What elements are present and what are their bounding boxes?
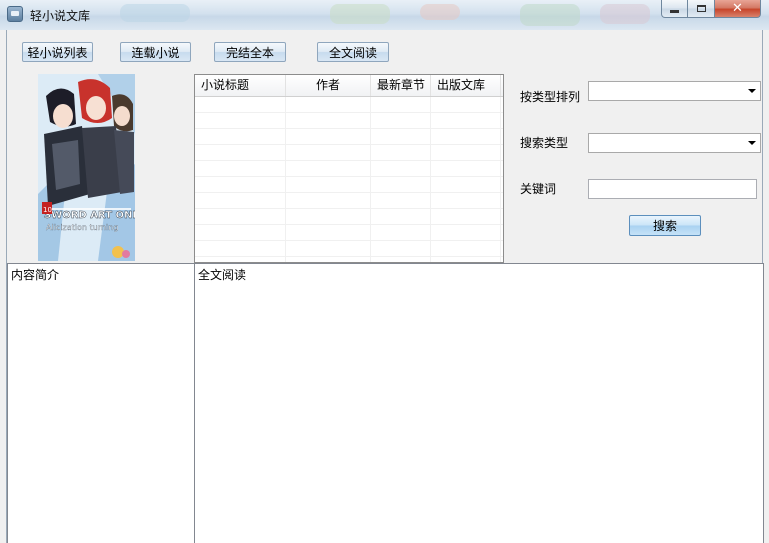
summary-textarea[interactable]: 内容简介 [7, 263, 195, 543]
titlebar-decoration [600, 4, 650, 24]
column-header-latest-chapter[interactable]: 最新章节 [371, 75, 431, 96]
cover-title: SWORD ART ONLINE [44, 210, 135, 221]
titlebar-decoration [120, 4, 190, 22]
full-text-textarea[interactable]: 全文阅读 [194, 263, 764, 543]
maximize-icon [696, 5, 706, 12]
main-window: 轻小说文库 ✕ 轻小说列表 连载小说 完结全本 全文阅读 SWORD ART O… [0, 0, 769, 543]
grid-header: 小说标题 作者 最新章节 出版文库 [195, 75, 503, 97]
keyword-input[interactable] [588, 179, 757, 199]
grid-body [195, 97, 503, 262]
cover-subtitle: Alicization turning [46, 223, 118, 232]
table-row[interactable] [195, 209, 503, 225]
maximize-button[interactable] [688, 0, 715, 18]
minimize-button[interactable] [661, 0, 688, 18]
table-row[interactable] [195, 177, 503, 193]
close-button[interactable]: ✕ [715, 0, 761, 18]
titlebar-decoration [420, 4, 460, 20]
novel-grid[interactable]: 小说标题 作者 最新章节 出版文库 [194, 74, 504, 263]
table-row[interactable] [195, 161, 503, 177]
search-type-label: 搜索类型 [520, 136, 569, 150]
close-icon: ✕ [732, 1, 743, 16]
cover-image: SWORD ART ONLINE Alicization turning 10 [38, 74, 135, 261]
title-bar[interactable]: 轻小说文库 ✕ [0, 0, 769, 30]
sort-by-type-label: 按类型排列 [520, 90, 581, 104]
table-row[interactable] [195, 113, 503, 129]
table-row[interactable] [195, 129, 503, 145]
caption-buttons: ✕ [661, 0, 761, 20]
table-row[interactable] [195, 193, 503, 209]
novel-list-button[interactable]: 轻小说列表 [22, 42, 93, 62]
search-button[interactable]: 搜索 [629, 215, 701, 236]
summary-label: 内容简介 [11, 268, 60, 282]
app-icon [7, 6, 23, 22]
chevron-down-icon[interactable] [748, 89, 756, 93]
table-row[interactable] [195, 225, 503, 241]
table-row[interactable] [195, 145, 503, 161]
chevron-down-icon[interactable] [748, 141, 756, 145]
completed-novels-button[interactable]: 完结全本 [214, 42, 286, 62]
search-type-select[interactable] [588, 133, 761, 153]
column-header-author[interactable]: 作者 [286, 75, 371, 96]
table-row[interactable] [195, 241, 503, 257]
serialized-novels-button[interactable]: 连载小说 [120, 42, 191, 62]
table-row[interactable] [195, 97, 503, 113]
client-area: 轻小说列表 连载小说 完结全本 全文阅读 SWORD ART ON Aliciz… [6, 30, 764, 543]
minimize-icon [670, 10, 679, 13]
titlebar-decoration [330, 4, 390, 24]
titlebar-decoration [520, 4, 580, 26]
full-text-read-button[interactable]: 全文阅读 [317, 42, 389, 62]
cover-volume: 10 [43, 206, 52, 214]
window-title: 轻小说文库 [30, 9, 91, 23]
column-header-title[interactable]: 小说标题 [195, 75, 286, 96]
full-text-label: 全文阅读 [198, 268, 247, 282]
sort-by-type-select[interactable] [588, 81, 761, 101]
keyword-label: 关键词 [520, 182, 557, 196]
column-header-publisher[interactable]: 出版文库 [431, 75, 501, 96]
